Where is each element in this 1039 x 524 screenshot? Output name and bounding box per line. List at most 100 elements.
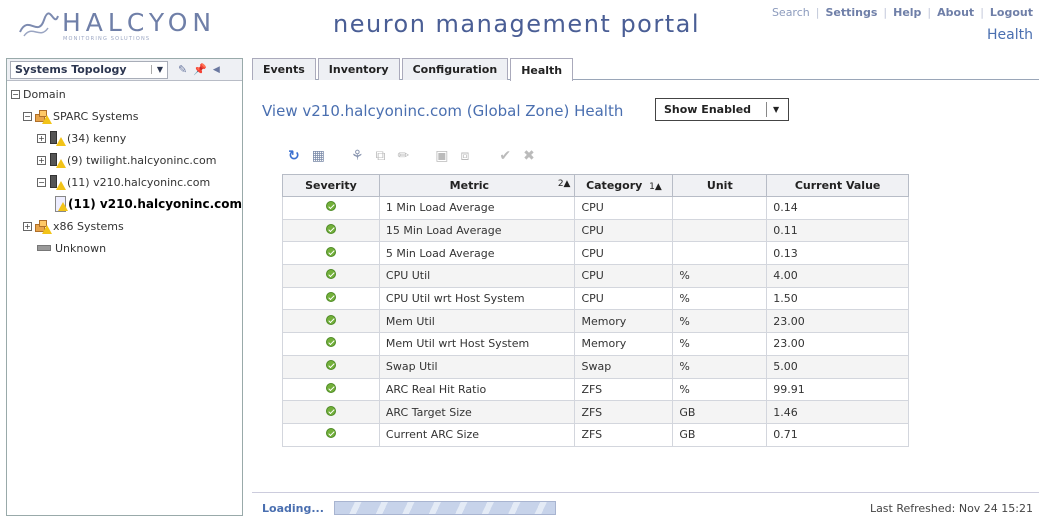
collapse-icon[interactable]: −: [11, 89, 20, 99]
category-cell: Memory: [574, 332, 674, 356]
ok-status-icon: [325, 314, 336, 325]
nav-logout-link[interactable]: Logout: [990, 6, 1033, 19]
category-cell: CPU: [574, 241, 674, 266]
metric-cell: 5 Min Load Average: [378, 241, 576, 266]
category-cell: ZFS: [574, 422, 674, 447]
chevron-down-icon: ▼: [766, 102, 779, 117]
table-row[interactable]: Mem Util Memory% 23.00: [282, 309, 909, 334]
ok-status-icon: [325, 201, 336, 212]
metric-cell: 15 Min Load Average: [378, 218, 576, 243]
value-cell: 1.50: [766, 286, 909, 311]
nav-search-link[interactable]: Search: [772, 6, 810, 19]
tab-bar: Events Inventory Configuration Health: [252, 58, 1039, 81]
tab-events[interactable]: Events: [252, 58, 316, 80]
tree-node-v210[interactable]: − (11) v210.halcyoninc.com: [11, 171, 242, 193]
table-row[interactable]: Current ARC Size ZFS GB 0.71: [282, 422, 909, 447]
topology-select[interactable]: Systems Topology ▼: [10, 60, 168, 79]
edit-icon[interactable]: ✏: [398, 148, 410, 164]
tree-node-domain[interactable]: − Domain: [11, 83, 242, 105]
tab-configuration[interactable]: Configuration: [401, 58, 509, 80]
severity-cell: [282, 264, 380, 288]
copy-icon[interactable]: ⧉: [376, 148, 386, 164]
metric-cell: ARC Real Hit Ratio: [378, 377, 576, 402]
disable-x-icon[interactable]: ✖: [523, 148, 535, 164]
sort-indicator: 1▲: [649, 182, 662, 192]
category-cell: Memory: [574, 309, 674, 334]
collapse-left-icon[interactable]: ◀: [213, 65, 220, 75]
tab-health[interactable]: Health: [510, 58, 574, 81]
table-row[interactable]: CPU Util wrt Host System CPU% 1.50: [282, 286, 909, 311]
topology-header: Systems Topology ▼ ✎ 📌 ◀: [7, 59, 242, 81]
tree-node-twilight[interactable]: + (9) twilight.halcyoninc.com: [11, 149, 242, 171]
column-header-metric[interactable]: Metric 2▲: [378, 174, 576, 197]
table-row[interactable]: 1 Min Load Average CPU 0.14: [282, 196, 909, 220]
refresh-icon[interactable]: ↻: [288, 148, 300, 164]
panel-splitter[interactable]: [243, 58, 251, 516]
expand-icon[interactable]: +: [37, 155, 46, 165]
top-nav: Search | Settings | Help | About | Logout: [771, 6, 1033, 19]
add-metric-icon[interactable]: ⚘: [351, 148, 364, 164]
nav-help-link[interactable]: Help: [893, 6, 921, 19]
metric-cell: Mem Util wrt Host System: [378, 332, 576, 356]
metric-cell: Swap Util: [378, 354, 576, 379]
metric-cell: Current ARC Size: [378, 422, 576, 447]
logo-tagline: MONITORING SOLUTIONS: [63, 36, 151, 42]
unit-cell: [672, 218, 768, 243]
nav-about-link[interactable]: About: [937, 6, 974, 19]
expand-icon[interactable]: +: [37, 133, 46, 143]
eraser-icon[interactable]: ✎: [178, 63, 187, 76]
expand-icon[interactable]: +: [23, 221, 32, 231]
ok-status-icon: [325, 360, 336, 371]
ok-status-icon: [325, 292, 336, 303]
tree-node-sparc[interactable]: − SPARC Systems: [11, 105, 242, 127]
column-header-unit[interactable]: Unit: [672, 174, 768, 197]
nav-settings-link[interactable]: Settings: [825, 6, 877, 19]
table-row[interactable]: 5 Min Load Average CPU 0.13: [282, 241, 909, 266]
pin-icon[interactable]: 📌: [193, 63, 207, 76]
category-cell: CPU: [574, 218, 674, 243]
collapse-icon[interactable]: −: [23, 111, 32, 121]
column-header-category[interactable]: Category 1▲: [574, 174, 674, 197]
value-cell: 0.14: [766, 196, 909, 220]
ok-status-icon: [325, 246, 336, 257]
column-header-severity[interactable]: Severity: [282, 174, 380, 197]
category-cell: ZFS: [574, 400, 674, 424]
logo-swirl-icon: [19, 12, 59, 37]
value-cell: 1.46: [766, 400, 909, 424]
tree-node-kenny[interactable]: + (34) kenny: [11, 127, 242, 149]
value-cell: 0.13: [766, 241, 909, 266]
status-bar: Loading... Last Refreshed: Nov 24 15:21: [252, 492, 1039, 522]
table-row[interactable]: Mem Util wrt Host System Memory% 23.00: [282, 332, 909, 356]
tree-label: (34) kenny: [67, 131, 127, 145]
tree-node-unknown[interactable]: Unknown: [11, 237, 242, 259]
severity-cell: [282, 241, 380, 266]
portal-title: neuron management portal: [333, 10, 701, 38]
table-row[interactable]: 15 Min Load Average CPU 0.11: [282, 218, 909, 243]
table-row[interactable]: ARC Target Size ZFS GB 1.46: [282, 400, 909, 424]
table-row[interactable]: Swap Util Swap% 5.00: [282, 354, 909, 379]
logo-text: HALCYON: [62, 8, 217, 37]
table-row[interactable]: CPU Util CPU% 4.00: [282, 264, 909, 288]
unit-cell: %: [672, 264, 768, 288]
unit-cell: %: [672, 377, 768, 402]
value-cell: 0.11: [766, 218, 909, 243]
show-filter-select[interactable]: Show Enabled ▼: [655, 98, 789, 121]
topology-select-label: Systems Topology: [15, 63, 127, 76]
enable-check-icon[interactable]: ✔: [499, 148, 511, 164]
export-icon[interactable]: ⧈: [461, 148, 470, 164]
server-warning-icon: [49, 153, 66, 168]
save-icon[interactable]: ▣: [435, 148, 448, 164]
topology-tree: − Domain − SPARC Systems + (34) kenny + …: [7, 81, 242, 259]
loading-label: Loading...: [262, 502, 324, 515]
configure-icon[interactable]: ▦: [312, 148, 325, 164]
table-row[interactable]: ARC Real Hit Ratio ZFS% 99.91: [282, 377, 909, 402]
collapse-icon[interactable]: −: [37, 177, 46, 187]
tree-node-x86[interactable]: + x86 Systems: [11, 215, 242, 237]
column-header-current-value[interactable]: Current Value: [766, 174, 909, 197]
value-cell: 4.00: [766, 264, 909, 288]
unit-cell: [672, 241, 768, 266]
tree-label: x86 Systems: [53, 219, 124, 233]
ok-status-icon: [325, 405, 336, 416]
tab-inventory[interactable]: Inventory: [317, 58, 400, 80]
tree-node-v210-zone[interactable]: (11) v210.halcyoninc.com: [11, 193, 242, 215]
